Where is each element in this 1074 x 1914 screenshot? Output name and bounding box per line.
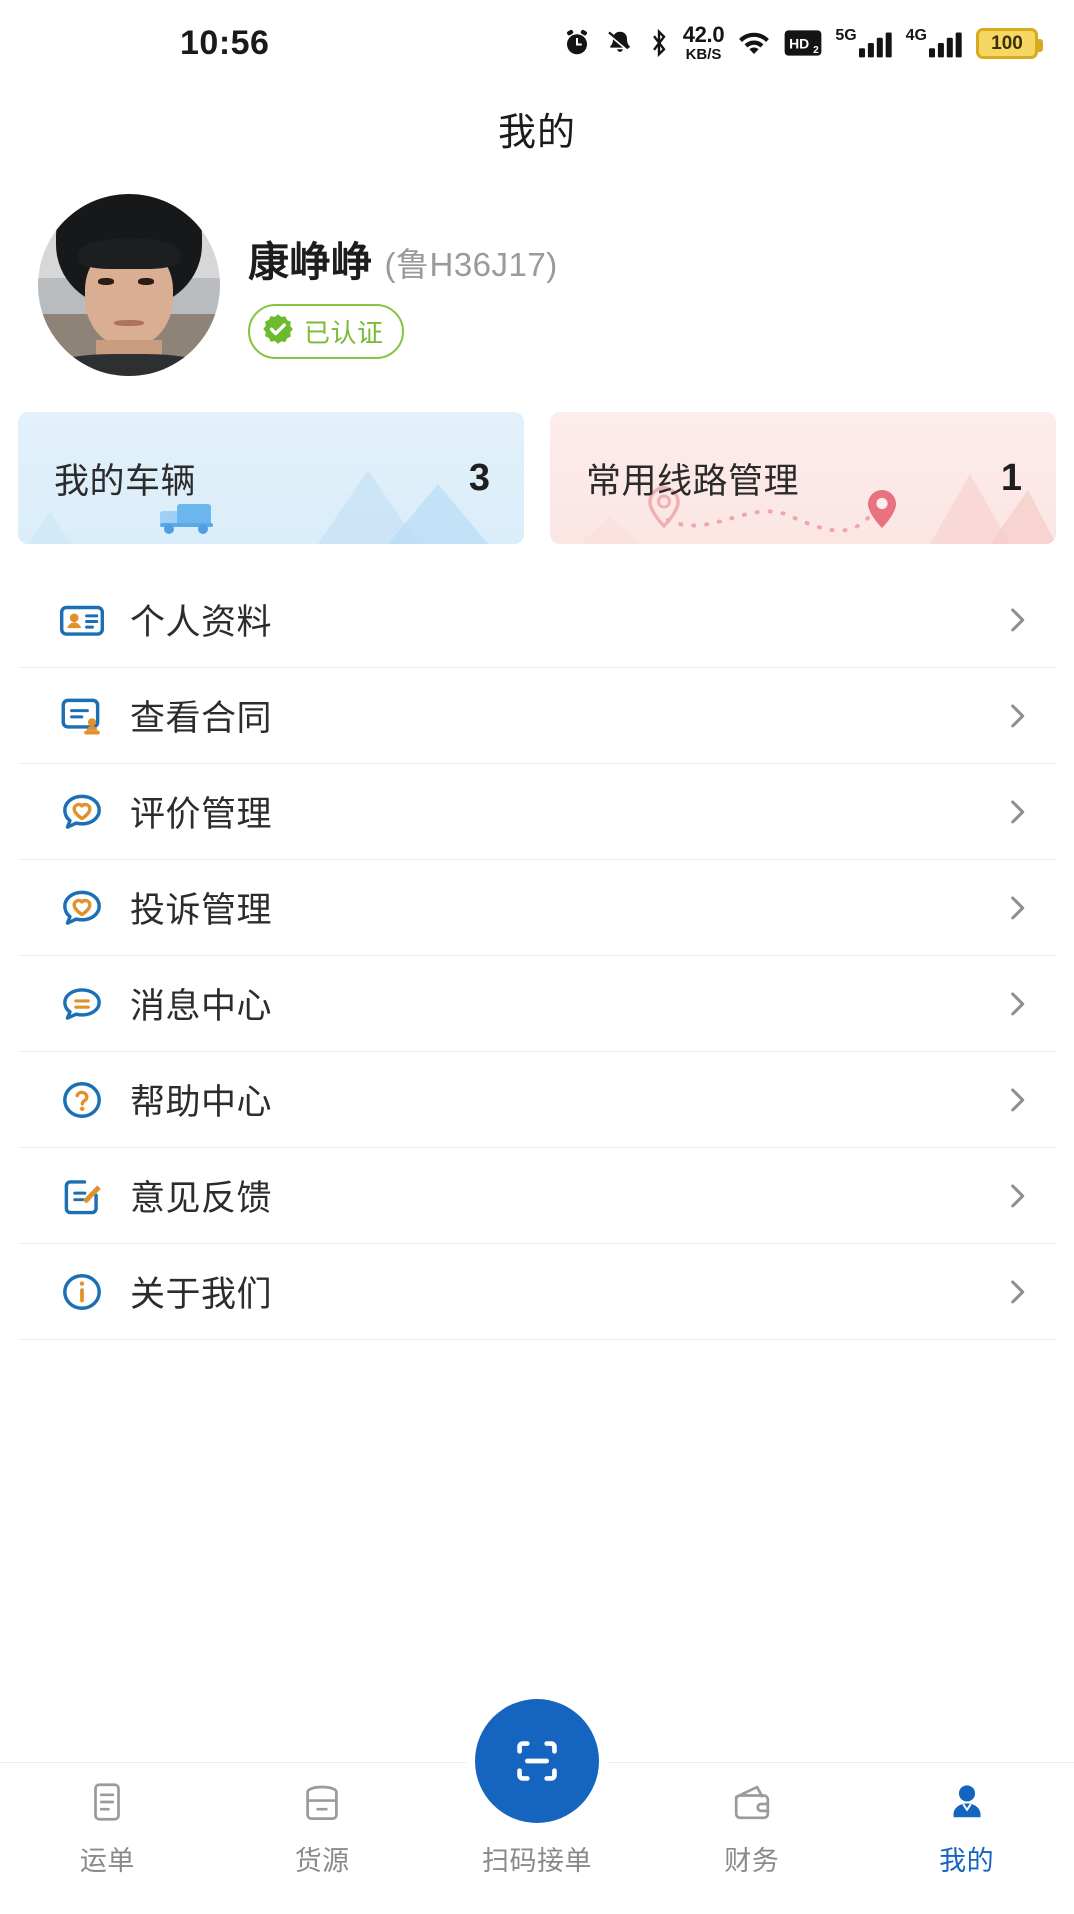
menu-item-complaint-management[interactable]: 投诉管理 [18, 860, 1056, 956]
tab-mine[interactable]: 我的 [859, 1777, 1074, 1878]
bluetooth-icon [648, 28, 670, 58]
tab-waybill[interactable]: 运单 [0, 1777, 215, 1878]
user-icon [944, 1777, 990, 1827]
network-speed-indicator: 42.0 KB/S [682, 22, 725, 63]
tab-label: 运单 [79, 1846, 135, 1876]
verified-check-icon [261, 312, 295, 351]
avatar[interactable] [38, 194, 220, 376]
menu-item-help-center[interactable]: 帮助中心 [18, 1052, 1056, 1148]
route-management-card[interactable]: 常用线路管理 1 [550, 412, 1056, 544]
destination-pin-icon [868, 490, 896, 528]
my-vehicles-label: 我的车辆 [54, 461, 197, 501]
question-circle-icon [56, 1074, 108, 1126]
scan-icon[interactable] [474, 1699, 599, 1823]
menu-item-label: 个人资料 [130, 603, 273, 642]
message-bubble-icon [56, 978, 108, 1030]
signal-5g-icon: 5G [835, 28, 892, 58]
route-management-count: 1 [1000, 456, 1022, 499]
page-title: 我的 [497, 111, 576, 154]
menu-item-label: 投诉管理 [130, 891, 273, 930]
complaint-heart-bubble-icon [56, 882, 108, 934]
tab-label: 我的 [939, 1846, 995, 1876]
hd-icon: HD 2 [784, 28, 822, 58]
battery-icon: 100 [976, 27, 1043, 59]
stat-card-group: 我的车辆 3 常用线路管理 1 [18, 412, 1056, 544]
signal-4g-icon: 4G [906, 28, 963, 58]
tab-finance[interactable]: 财务 [644, 1777, 859, 1878]
waybill-icon [84, 1777, 130, 1827]
menu-item-message-center[interactable]: 消息中心 [18, 956, 1056, 1052]
menu-item-label: 消息中心 [130, 987, 273, 1026]
user-name: 康峥峥 [248, 239, 373, 285]
chevron-right-icon [1000, 795, 1034, 829]
status-time: 10:56 [180, 24, 270, 62]
chevron-right-icon [1000, 699, 1034, 733]
menu-item-label: 查看合同 [130, 699, 273, 738]
menu-item-label: 意见反馈 [130, 1179, 273, 1218]
my-vehicles-count: 3 [468, 456, 490, 499]
menu-item-label: 评价管理 [130, 795, 273, 834]
menu-item-personal-info[interactable]: 个人资料 [18, 572, 1056, 668]
menu-item-feedback[interactable]: 意见反馈 [18, 1148, 1056, 1244]
wallet-icon [729, 1777, 775, 1827]
mute-bell-icon [605, 28, 635, 58]
menu-item-about-us[interactable]: 关于我们 [18, 1244, 1056, 1340]
tab-label: 货源 [294, 1846, 350, 1876]
info-circle-icon [56, 1266, 108, 1318]
chevron-right-icon [1000, 1179, 1034, 1213]
contract-stamp-icon [56, 690, 108, 742]
profile-section[interactable]: 康峥峥 (鲁H36J17) 已认证 [0, 192, 1074, 376]
menu-item-review-management[interactable]: 评价管理 [18, 764, 1056, 860]
menu-item-label: 帮助中心 [130, 1083, 273, 1122]
route-management-label: 常用线路管理 [586, 461, 800, 501]
profile-name-line: 康峥峥 (鲁H36J17) [248, 228, 558, 288]
signal-5g-label: 5G [835, 27, 857, 44]
tab-scan-order[interactable]: 扫码接单 [430, 1699, 645, 1878]
tab-cargo[interactable]: 货源 [215, 1777, 430, 1878]
bottom-navigation: 运单 货源 扫码接单 财务 我的 [0, 1699, 1074, 1914]
chevron-right-icon [1000, 987, 1034, 1021]
wifi-icon [737, 28, 771, 58]
cargo-icon [299, 1777, 345, 1827]
svg-text:HD: HD [789, 36, 809, 52]
chevron-right-icon [1000, 1083, 1034, 1117]
chevron-right-icon [1000, 891, 1034, 925]
signal-4g-label: 4G [905, 27, 927, 44]
net-speed-value: 42.0 [682, 22, 725, 47]
menu-item-label: 关于我们 [130, 1275, 273, 1314]
id-card-icon [56, 594, 108, 646]
app-screen: 10:56 42.0 KB/S HD 2 5G 4G 100 我的 康峥峥 (鲁… [0, 0, 1074, 1914]
status-badge: 已认证 [248, 304, 404, 359]
chevron-right-icon [1000, 1275, 1034, 1309]
net-speed-unit: KB/S [685, 46, 722, 63]
settings-menu-list: 个人资料 查看合同 评价管理 投诉管理 消息中心 帮助中心 意见反馈 关于我们 [18, 572, 1056, 1340]
profile-info: 康峥峥 (鲁H36J17) 已认证 [248, 192, 558, 359]
alarm-icon [562, 28, 592, 58]
svg-text:2: 2 [813, 45, 819, 56]
feedback-edit-icon [56, 1170, 108, 1222]
battery-level: 100 [991, 32, 1023, 54]
verified-label: 已认证 [304, 318, 384, 348]
menu-item-view-contract[interactable]: 查看合同 [18, 668, 1056, 764]
tab-label: 扫码接单 [481, 1846, 592, 1876]
review-heart-bubble-icon [56, 786, 108, 838]
chevron-right-icon [1000, 603, 1034, 637]
truck-icon [160, 504, 213, 534]
my-vehicles-card[interactable]: 我的车辆 3 [18, 412, 524, 544]
status-bar: 10:56 42.0 KB/S HD 2 5G 4G 100 [0, 0, 1074, 86]
tab-label: 财务 [724, 1846, 780, 1876]
vehicle-plate: (鲁H36J17) [384, 246, 558, 283]
page-header: 我的 [0, 86, 1074, 170]
status-icon-group: 42.0 KB/S HD 2 5G 4G 100 [562, 22, 1043, 63]
